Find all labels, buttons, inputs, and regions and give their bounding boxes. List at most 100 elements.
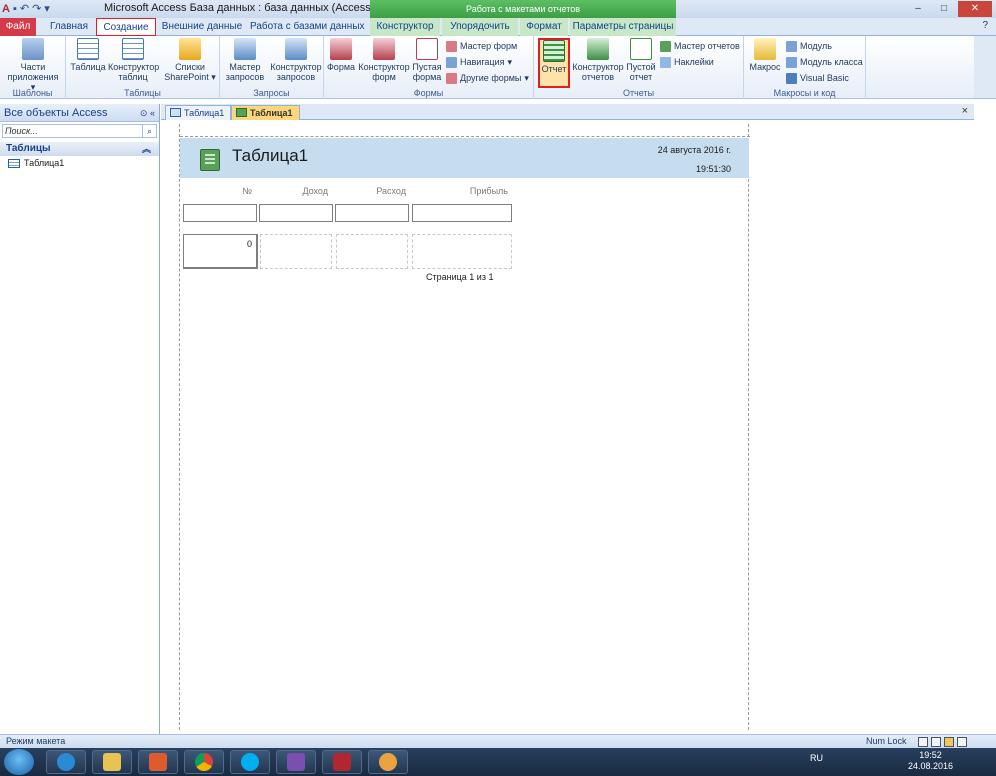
query-wizard-button[interactable]: Мастер запросов (222, 38, 268, 82)
form-design-button[interactable]: Конструктор форм (358, 38, 410, 82)
visual-studio-taskbar-icon[interactable] (276, 750, 316, 774)
group-label-macros: Макросы и код (773, 88, 836, 98)
table-button[interactable]: Таблица (70, 38, 106, 72)
context-tab-group-title: Работа с макетами отчетов (370, 0, 676, 18)
detail-cell[interactable] (260, 234, 332, 269)
start-button-icon[interactable] (4, 749, 34, 775)
report-wizard-button[interactable]: Мастер отчетов (660, 39, 740, 53)
chrome-taskbar-icon[interactable] (184, 750, 224, 774)
tab-format[interactable]: Формат (520, 18, 568, 36)
save-icon[interactable]: ▪ (13, 1, 17, 17)
report-time[interactable]: 19:51:30 (696, 164, 731, 174)
tab-design[interactable]: Конструктор (370, 18, 440, 36)
close-doc-icon[interactable]: × (962, 105, 968, 117)
header-cell[interactable] (183, 204, 257, 222)
ribbon: Части приложения ▾ Шаблоны Таблица Конст… (0, 36, 974, 99)
header-cell[interactable] (259, 204, 333, 222)
nav-menu-icon[interactable]: ⊙ (140, 108, 148, 118)
table-design-icon (122, 38, 144, 60)
navigation-button[interactable]: Навигация ▾ (446, 55, 512, 69)
labels-button[interactable]: Наклейки (660, 55, 714, 69)
nav-item-table1[interactable]: Таблица1 (0, 156, 159, 170)
help-icon[interactable]: ? (982, 20, 988, 31)
visual-basic-button[interactable]: Visual Basic (786, 71, 849, 85)
tab-create[interactable]: Создание (96, 18, 156, 36)
module-icon (786, 40, 797, 52)
report-page: Таблица1 24 августа 2016 г. 19:51:30 № Д… (179, 124, 750, 730)
quick-access-toolbar: A ▪ ↶ ↷ ▾ (2, 1, 50, 17)
doc-tab-report[interactable]: Таблица1 (231, 105, 300, 120)
report-view-icon[interactable] (918, 737, 928, 747)
blank-form-icon (416, 38, 438, 60)
module-button[interactable]: Модуль (786, 39, 832, 53)
visual-basic-icon (786, 72, 797, 84)
column-label-number[interactable]: № (182, 186, 252, 196)
report-date[interactable]: 24 августа 2016 г. (658, 145, 731, 155)
tab-home[interactable]: Главная (44, 18, 94, 36)
clock-time: 19:52 (919, 750, 942, 760)
table-design-button[interactable]: Конструктор таблиц (108, 38, 159, 82)
report-title[interactable]: Таблица1 (232, 146, 308, 166)
tab-external-data[interactable]: Внешние данные (160, 18, 244, 36)
qat-dropdown-icon[interactable]: ▾ (44, 1, 50, 17)
paint-taskbar-icon[interactable] (368, 750, 408, 774)
doc-tab-table[interactable]: Таблица1 (165, 105, 232, 120)
close-icon[interactable]: ✕ (958, 1, 992, 17)
tab-database-tools[interactable]: Работа с базами данных (250, 18, 365, 36)
access-taskbar-icon[interactable] (322, 750, 362, 774)
collapse-pane-icon[interactable]: « (150, 108, 155, 118)
form-wizard-icon (446, 40, 457, 52)
undo-icon[interactable]: ↶ (20, 1, 29, 17)
report-logo-icon[interactable] (200, 149, 220, 171)
report-header[interactable]: Таблица1 24 августа 2016 г. 19:51:30 (180, 138, 749, 178)
detail-cell[interactable] (412, 234, 512, 269)
detail-cell[interactable] (336, 234, 408, 269)
print-preview-icon[interactable] (931, 737, 941, 747)
form-wizard-button[interactable]: Мастер форм (446, 39, 517, 53)
ie-taskbar-icon[interactable] (46, 750, 86, 774)
maximize-icon[interactable]: □ (932, 1, 956, 17)
application-parts-button[interactable]: Части приложения ▾ (4, 38, 62, 92)
right-gutter (974, 104, 996, 734)
detail-cell-number[interactable]: 0 (183, 234, 258, 269)
more-forms-button[interactable]: Другие формы ▾ (446, 71, 529, 85)
page-number[interactable]: Страница 1 из 1 (426, 272, 493, 282)
language-indicator[interactable]: RU (810, 753, 823, 763)
skype-taskbar-icon[interactable] (230, 750, 270, 774)
group-templates: Части приложения ▾ Шаблоны (0, 36, 66, 99)
group-label-templates: Шаблоны (12, 88, 53, 98)
report-design-button[interactable]: Конструктор отчетов (572, 38, 624, 82)
column-label-expense[interactable]: Расход (334, 186, 406, 196)
tab-page-setup[interactable]: Параметры страницы (570, 18, 676, 36)
header-cell[interactable] (335, 204, 409, 222)
blank-form-button[interactable]: Пустая форма (410, 38, 444, 82)
blank-report-button[interactable]: Пустой отчет (624, 38, 658, 82)
clock[interactable]: 19:52 24.08.2016 (908, 750, 953, 772)
explorer-taskbar-icon[interactable] (92, 750, 132, 774)
form-button[interactable]: Форма (326, 38, 356, 72)
tab-file[interactable]: Файл (0, 18, 36, 36)
group-forms: Форма Конструктор форм Пустая форма Маст… (324, 36, 534, 99)
tab-arrange[interactable]: Упорядочить (442, 18, 518, 36)
minimize-icon[interactable]: – (906, 1, 930, 17)
group-label-tables: Таблицы (124, 88, 161, 98)
query-design-button[interactable]: Конструктор запросов (270, 38, 322, 82)
search-icon[interactable]: ⌕ (142, 125, 156, 137)
column-label-income[interactable]: Доход (258, 186, 328, 196)
navigation-pane: Все объекты Access ⊙ « Поиск... ⌕ Таблиц… (0, 104, 160, 734)
design-view-icon[interactable] (957, 737, 967, 747)
report-button[interactable]: Отчет (538, 38, 570, 88)
nav-pane-header[interactable]: Все объекты Access ⊙ « (0, 104, 159, 122)
redo-icon[interactable]: ↷ (32, 1, 41, 17)
layout-view-icon[interactable] (944, 737, 954, 747)
sharepoint-lists-button[interactable]: Списки SharePoint ▾ (162, 38, 218, 82)
column-label-profit[interactable]: Прибыль (412, 186, 508, 196)
macro-button[interactable]: Макрос (748, 38, 782, 72)
header-cell[interactable] (412, 204, 512, 222)
media-player-taskbar-icon[interactable] (138, 750, 178, 774)
nav-search-input[interactable]: Поиск... (3, 125, 142, 137)
class-module-button[interactable]: Модуль класса (786, 55, 863, 69)
nav-group-tables[interactable]: Таблицы ︽ (0, 142, 159, 156)
document-tabs: Таблица1 Таблица1 × (161, 104, 974, 120)
page-top-border (180, 136, 750, 137)
